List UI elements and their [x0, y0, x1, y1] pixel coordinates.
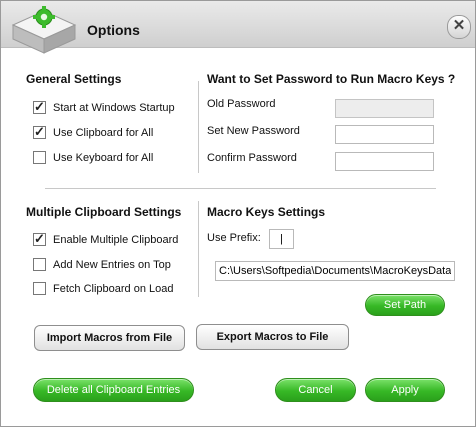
multiple-clipboard-settings-title: Multiple Clipboard Settings — [26, 205, 182, 219]
old-password-field[interactable] — [335, 99, 434, 118]
use-keyboard-for-all-checkbox[interactable] — [33, 151, 46, 164]
old-password-input[interactable] — [336, 100, 433, 117]
use-clipboard-for-all-checkbox[interactable]: ✓ — [33, 124, 46, 139]
close-icon: ✕ — [452, 17, 466, 34]
add-new-entries-on-top-checkbox[interactable] — [33, 258, 46, 271]
export-macros-button[interactable]: Export Macros to File — [196, 324, 349, 350]
vertical-divider-bottom — [198, 201, 199, 297]
gear-cube-icon — [11, 6, 77, 54]
new-password-field[interactable] — [335, 125, 434, 144]
fetch-clipboard-on-load-label: Fetch Clipboard on Load — [53, 283, 174, 295]
use-keyboard-for-all-label: Use Keyboard for All — [53, 152, 154, 164]
set-new-password-label: Set New Password — [207, 125, 300, 137]
enable-multiple-clipboard-checkbox[interactable]: ✓ — [33, 231, 46, 246]
apply-button[interactable]: Apply — [365, 378, 445, 402]
checkmark-icon: ✓ — [34, 124, 45, 139]
title-bar[interactable]: Options ✕ — [1, 1, 475, 54]
import-macros-button[interactable]: Import Macros from File — [34, 325, 185, 351]
confirm-password-field[interactable] — [335, 152, 434, 171]
macro-keys-settings-title: Macro Keys Settings — [207, 205, 326, 219]
enable-multiple-clipboard-label: Enable Multiple Clipboard — [53, 234, 179, 246]
add-new-entries-on-top-label: Add New Entries on Top — [53, 259, 171, 271]
use-clipboard-for-all-label: Use Clipboard for All — [53, 127, 154, 139]
password-section-title: Want to Set Password to Run Macro Keys ? — [207, 72, 456, 86]
old-password-label: Old Password — [207, 98, 276, 110]
macro-path-input[interactable] — [216, 262, 454, 280]
options-window: Options ✕ General Settings ✓ Start at Wi… — [0, 0, 476, 427]
prefix-field[interactable] — [269, 229, 294, 249]
general-settings-title: General Settings — [26, 72, 122, 86]
checkmark-icon: ✓ — [34, 231, 45, 246]
set-path-button[interactable]: Set Path — [365, 294, 445, 316]
start-at-windows-startup-label: Start at Windows Startup — [53, 102, 175, 114]
checkmark-icon: ✓ — [34, 99, 45, 114]
delete-all-clipboard-entries-button[interactable]: Delete all Clipboard Entries — [33, 378, 194, 402]
fetch-clipboard-on-load-checkbox[interactable] — [33, 282, 46, 295]
cancel-button[interactable]: Cancel — [275, 378, 356, 402]
start-at-windows-startup-checkbox[interactable]: ✓ — [33, 99, 46, 114]
use-prefix-label: Use Prefix: — [207, 232, 261, 244]
new-password-input[interactable] — [336, 126, 433, 143]
confirm-password-input[interactable] — [336, 153, 433, 170]
close-button[interactable]: ✕ — [447, 15, 471, 39]
vertical-divider-top — [198, 81, 199, 173]
horizontal-divider — [45, 188, 436, 189]
macro-path-field[interactable] — [215, 261, 455, 281]
prefix-input[interactable] — [270, 230, 293, 248]
confirm-password-label: Confirm Password — [207, 152, 297, 164]
window-title: Options — [87, 22, 140, 38]
